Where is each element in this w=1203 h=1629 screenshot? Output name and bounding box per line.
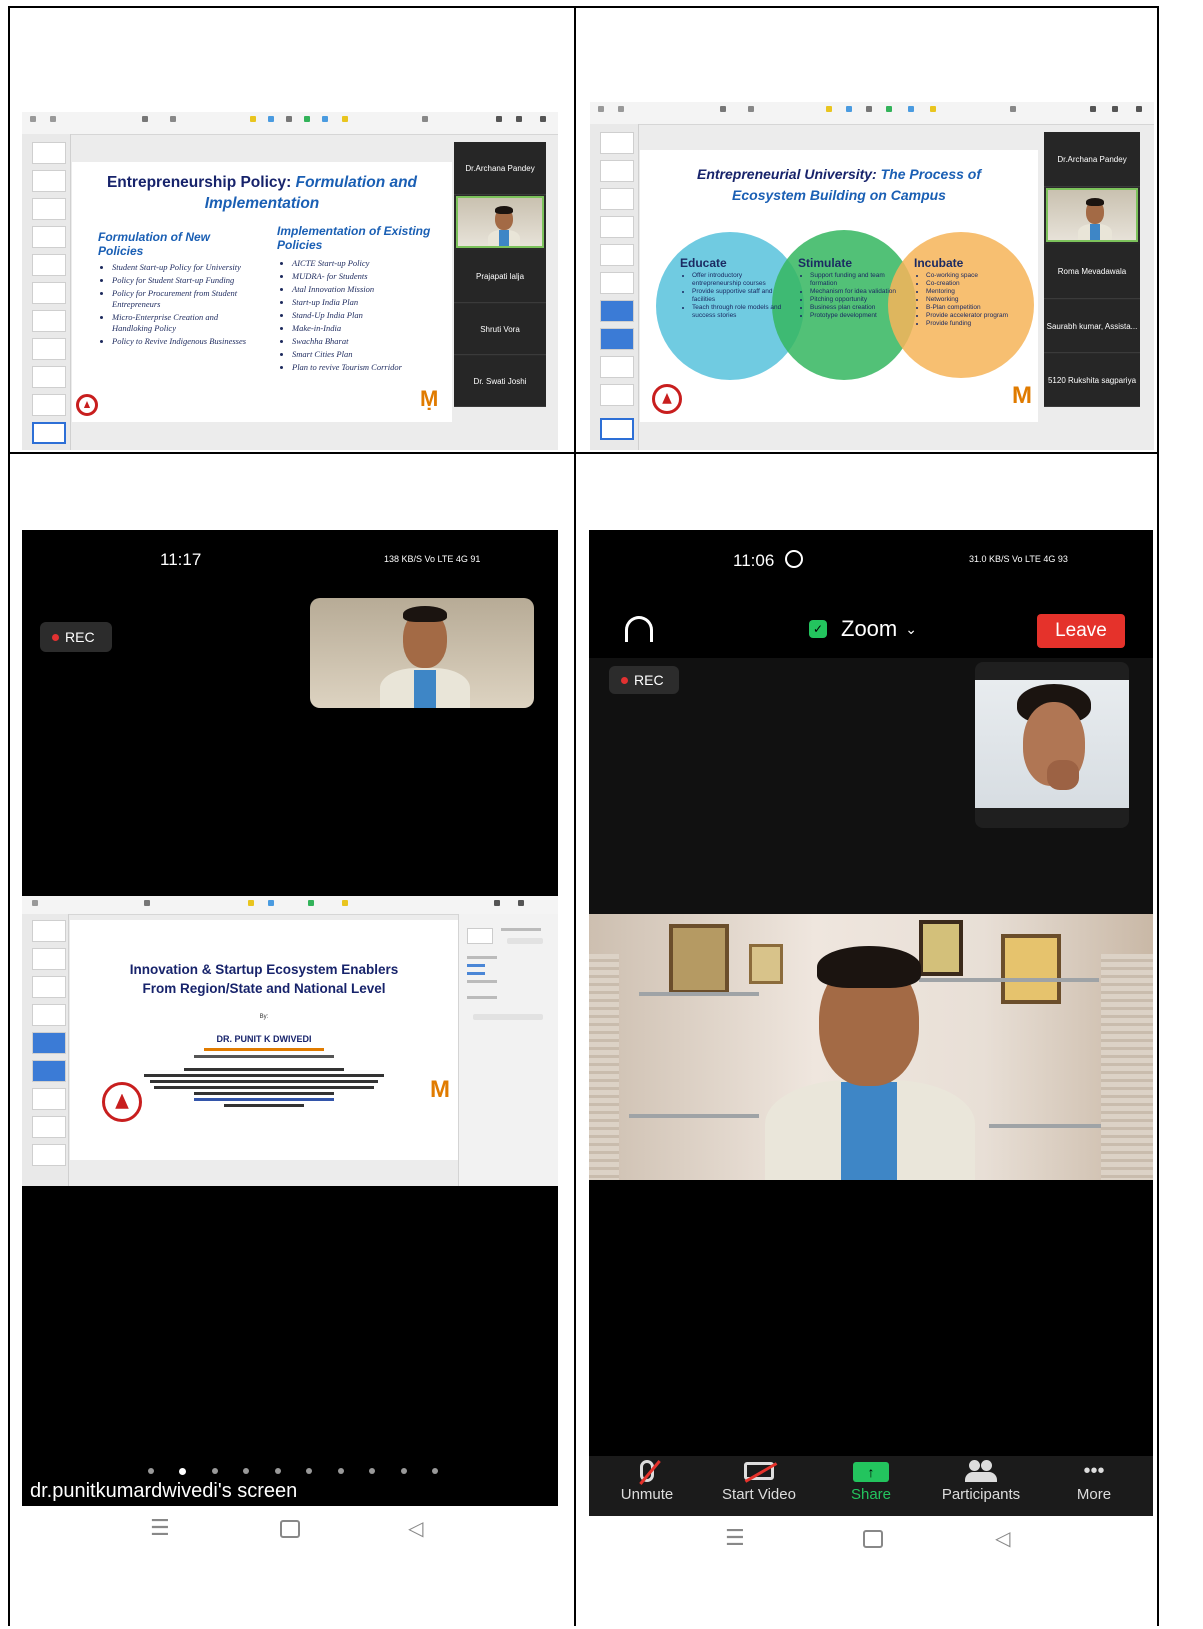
rec-dot-icon bbox=[621, 676, 628, 684]
more-button[interactable]: ••• More bbox=[1059, 1458, 1129, 1514]
participant-tile[interactable]: Shruti Vora bbox=[454, 304, 546, 355]
page-indicator[interactable] bbox=[148, 1468, 438, 1478]
video-strip: REC bbox=[589, 658, 1153, 914]
android-nav-bar: ☰ ◁ bbox=[22, 1508, 558, 1558]
mic-muted-icon bbox=[639, 1460, 661, 1485]
slide-canvas: Entrepreneurial University: The Process … bbox=[640, 150, 1038, 422]
slide-title: Entrepreneurship Policy: Formulation and… bbox=[106, 174, 418, 212]
stimulate-list: Support funding and team formationMechan… bbox=[800, 272, 908, 320]
brand-m-logo: Ṃ bbox=[420, 386, 439, 411]
brand-m-logo: M bbox=[430, 1076, 450, 1103]
status-indicators: 138 KB/S Vo LTE 4G 91 bbox=[384, 554, 481, 564]
unmute-button[interactable]: Unmute bbox=[607, 1458, 687, 1514]
participant-tile[interactable]: Dr. Swati Joshi bbox=[454, 356, 546, 407]
glass-shelf bbox=[629, 1114, 759, 1118]
back-icon[interactable]: ◁ bbox=[995, 1526, 1010, 1550]
shield-check-icon: ✓ bbox=[809, 620, 827, 638]
phone-screen-2: 11:06 31.0 KB/S Vo LTE 4G 93 ✓ Zoom ⌄ Le… bbox=[589, 530, 1153, 1516]
active-speaker-video[interactable] bbox=[1046, 188, 1138, 242]
slide-title: Entrepreneurial University: The Process … bbox=[697, 166, 981, 203]
participant-tile[interactable]: Dr.Archana Pandey bbox=[454, 142, 546, 195]
participant-panel: Dr.Archana Pandey Roma Mevadawala Saurab… bbox=[1044, 132, 1140, 407]
rec-dot-icon bbox=[52, 633, 59, 641]
share-icon: ↑ bbox=[853, 1462, 889, 1482]
glass-shelf bbox=[639, 992, 759, 996]
participant-tile[interactable]: 5120 Rukshita sagpariya bbox=[1044, 354, 1140, 407]
inspector-panel bbox=[458, 914, 558, 1186]
window-blinds bbox=[1101, 954, 1153, 1180]
participants-button[interactable]: Participants bbox=[929, 1458, 1033, 1514]
incubate-list: Co-working spaceCo-creationMentoring Net… bbox=[916, 272, 1030, 328]
by-label: By: bbox=[259, 1014, 269, 1020]
phone-screen-1: 11:17 138 KB/S Vo LTE 4G 91 REC Innovati… bbox=[22, 530, 558, 1506]
start-video-button[interactable]: Start Video bbox=[709, 1458, 809, 1514]
window-blinds bbox=[589, 954, 619, 1180]
keynote-window-1: Entrepreneurship Policy: Formulation and… bbox=[22, 112, 558, 450]
incubate-title: Incubate bbox=[914, 256, 964, 270]
home-icon[interactable] bbox=[863, 1530, 883, 1548]
participant-tile[interactable]: Prajapati lalja bbox=[454, 250, 546, 303]
meeting-title[interactable]: ✓ Zoom ⌄ bbox=[809, 616, 917, 642]
rec-badge: REC bbox=[40, 622, 112, 652]
status-time: 11:06 bbox=[733, 550, 804, 571]
credentials-block bbox=[144, 1048, 384, 1118]
keynote-toolbar bbox=[590, 102, 1154, 125]
stimulate-title: Stimulate bbox=[798, 256, 853, 270]
chevron-down-icon: ⌄ bbox=[905, 620, 917, 637]
presenter-name: DR. PUNIT K DWIVEDI bbox=[216, 1034, 312, 1044]
audio-headset-icon[interactable] bbox=[625, 616, 653, 642]
educate-title: Educate bbox=[680, 256, 727, 270]
shelf-awards bbox=[1001, 934, 1061, 1004]
participant-video-thumbnail[interactable] bbox=[975, 662, 1129, 828]
status-indicators: 31.0 KB/S Vo LTE 4G 93 bbox=[969, 554, 1068, 564]
university-seal-logo bbox=[76, 394, 98, 416]
slide-canvas: Entrepreneurship Policy: Formulation and… bbox=[72, 162, 452, 422]
educate-list: Offer introductory entrepreneurship cour… bbox=[682, 272, 792, 320]
shelf-awards bbox=[669, 924, 729, 994]
share-button[interactable]: ↑ Share bbox=[831, 1458, 911, 1514]
android-nav-bar: ☰ ◁ bbox=[589, 1518, 1153, 1568]
menu-icon[interactable]: ☰ bbox=[725, 1526, 745, 1551]
home-icon[interactable] bbox=[280, 1520, 300, 1538]
participant-tile[interactable]: Roma Mevadawala bbox=[1044, 244, 1140, 299]
brand-m-logo: M bbox=[1012, 382, 1032, 409]
screen-owner-label: dr.punitkumardwivedi's screen bbox=[30, 1480, 298, 1502]
participant-panel: Dr.Archana Pandey Prajapati lalja Shruti… bbox=[454, 142, 546, 407]
main-speaker-video[interactable] bbox=[589, 914, 1153, 1180]
speaker-figure bbox=[1076, 194, 1114, 240]
speaker-figure bbox=[486, 202, 522, 246]
right-column-heading: Implementation of Existing Policies bbox=[277, 224, 431, 252]
keynote-window-2: Entrepreneurial University: The Process … bbox=[590, 102, 1154, 450]
slide-navigator[interactable] bbox=[590, 124, 639, 450]
participants-icon bbox=[963, 1460, 999, 1482]
slide-canvas: Innovation & Startup Ecosystem Enablers F… bbox=[70, 920, 458, 1160]
participant-tile[interactable]: Dr.Archana Pandey bbox=[1044, 132, 1140, 187]
right-policy-list: AICTE Start-up PolicyMUDRA- for Students… bbox=[280, 258, 452, 375]
left-column-heading: Formulation of New Policies bbox=[98, 230, 210, 258]
video-off-icon bbox=[744, 1462, 778, 1483]
left-policy-list: Student Start-up Policy for UniversityPo… bbox=[100, 262, 252, 349]
university-seal-logo bbox=[102, 1082, 142, 1122]
slide-title: Innovation & Startup Ecosystem Enablers F… bbox=[129, 962, 399, 996]
whatsapp-icon bbox=[785, 550, 804, 568]
slide-navigator[interactable] bbox=[22, 134, 71, 450]
university-seal-logo bbox=[652, 384, 682, 414]
status-time: 11:17 bbox=[160, 550, 202, 569]
leave-button[interactable]: Leave bbox=[1037, 614, 1125, 648]
participant-tile[interactable]: Saurabh kumar, Assista... bbox=[1044, 300, 1140, 353]
keynote-toolbar bbox=[22, 112, 558, 135]
speaker-figure bbox=[759, 932, 979, 1180]
shared-screen[interactable]: Innovation & Startup Ecosystem Enablers F… bbox=[22, 896, 558, 1186]
meeting-toolbar: Unmute Start Video ↑ Share Participants … bbox=[589, 1456, 1153, 1516]
self-video-thumbnail[interactable] bbox=[310, 598, 534, 708]
more-icon: ••• bbox=[1083, 1460, 1105, 1482]
back-icon[interactable]: ◁ bbox=[408, 1516, 423, 1540]
menu-icon[interactable]: ☰ bbox=[150, 1516, 170, 1541]
rec-badge: REC bbox=[609, 666, 679, 694]
active-speaker-video[interactable] bbox=[456, 196, 544, 248]
